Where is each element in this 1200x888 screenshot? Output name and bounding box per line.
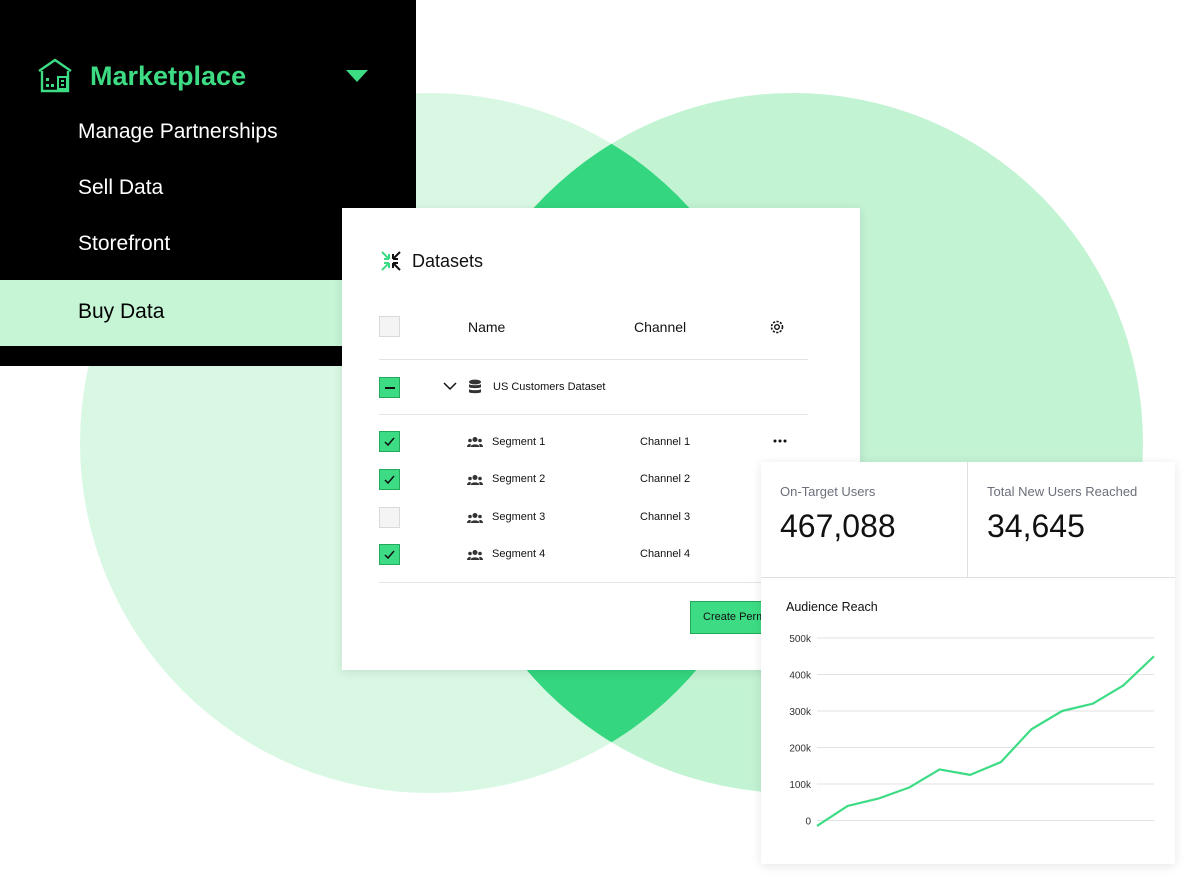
y-tick-label: 300k xyxy=(789,707,812,718)
indeterminate-mark xyxy=(385,387,395,389)
datasets-header: Datasets xyxy=(380,250,483,272)
gear-icon[interactable] xyxy=(768,318,786,336)
column-header-name[interactable]: Name xyxy=(468,319,505,335)
dataset-name[interactable]: US Customers Dataset xyxy=(493,381,605,393)
metrics-card: On-Target Users 467,088 Total New Users … xyxy=(761,462,1175,864)
sidebar-item-buy-data-label: Buy Data xyxy=(78,300,165,323)
y-tick-label: 200k xyxy=(789,744,812,755)
segment-checkbox[interactable] xyxy=(379,469,400,490)
chart-title: Audience Reach xyxy=(786,600,878,614)
caret-down-icon[interactable] xyxy=(346,70,368,82)
database-icon xyxy=(469,379,481,394)
header-divider xyxy=(379,359,808,360)
people-icon xyxy=(467,437,483,447)
audience-reach-chart: 500k 400k 300k 200k 100k 0 xyxy=(789,634,1155,828)
marketplace-header[interactable]: Marketplace xyxy=(36,56,376,96)
select-all-checkbox[interactable] xyxy=(379,316,400,337)
chevron-down-icon[interactable] xyxy=(443,381,457,391)
column-header-channel[interactable]: Channel xyxy=(634,319,686,335)
metric-value: 34,645 xyxy=(987,508,1085,544)
segment-name: Segment 1 xyxy=(492,436,546,448)
footer-divider xyxy=(379,582,808,583)
segment-channel: Channel 4 xyxy=(640,548,691,560)
series-line xyxy=(816,655,1155,827)
sidebar-item-storefront[interactable]: Storefront xyxy=(78,232,170,256)
segment-checkbox[interactable] xyxy=(379,544,400,565)
sidebar-item-manage-partnerships[interactable]: Manage Partnerships xyxy=(78,120,278,144)
segment-channel: Channel 3 xyxy=(640,511,691,523)
more-options-icon[interactable] xyxy=(773,438,787,444)
segment-name: Segment 4 xyxy=(492,548,546,560)
dataset-divider xyxy=(379,414,808,415)
metric-total-new-users: Total New Users Reached 34,645 xyxy=(968,462,1175,578)
check-icon xyxy=(384,550,395,560)
metric-label: Total New Users Reached xyxy=(987,484,1138,499)
y-tick-label: 400k xyxy=(789,671,812,682)
y-tick-label: 100k xyxy=(789,780,812,791)
metric-label: On-Target Users xyxy=(780,484,876,499)
datasets-title: Datasets xyxy=(412,250,484,271)
sidebar-item-sell-data[interactable]: Sell Data xyxy=(78,176,163,200)
segment-name: Segment 3 xyxy=(492,511,546,523)
y-tick-label: 0 xyxy=(805,817,811,828)
people-icon xyxy=(467,550,483,560)
metric-value: 467,088 xyxy=(780,508,896,544)
segment-channel: Channel 1 xyxy=(640,436,691,448)
dataset-checkbox[interactable] xyxy=(379,377,400,398)
marketplace-label: Marketplace xyxy=(90,60,247,91)
segment-channel: Channel 2 xyxy=(640,473,691,485)
metric-on-target-users: On-Target Users 467,088 xyxy=(761,462,968,578)
y-tick-label: 500k xyxy=(789,634,812,645)
segment-checkbox[interactable] xyxy=(379,431,400,452)
people-icon xyxy=(467,475,483,485)
check-icon xyxy=(384,437,395,447)
segment-name: Segment 2 xyxy=(492,473,546,485)
segment-checkbox[interactable] xyxy=(379,507,400,528)
collapse-arrows-icon xyxy=(381,251,401,271)
storefront-icon xyxy=(38,58,72,93)
people-icon xyxy=(467,513,483,523)
check-icon xyxy=(384,475,395,485)
